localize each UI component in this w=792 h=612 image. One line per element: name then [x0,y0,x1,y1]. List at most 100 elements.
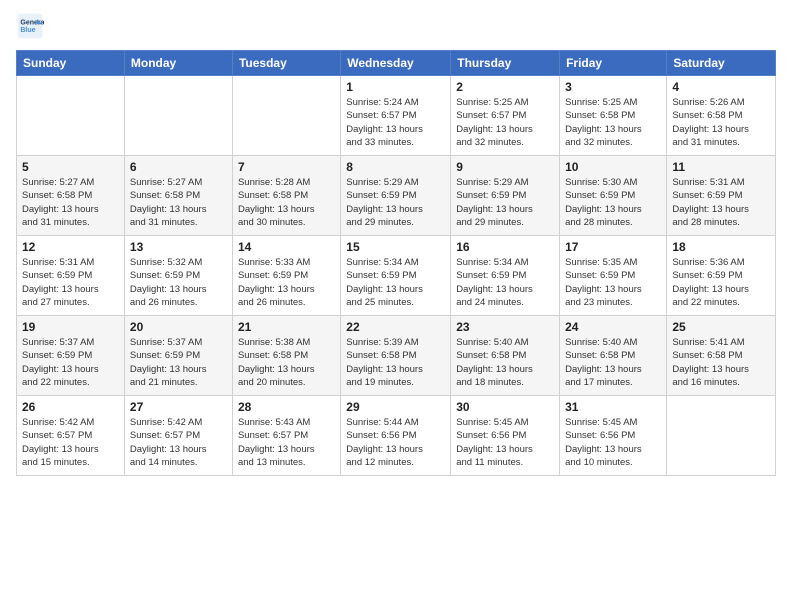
day-info: Sunrise: 5:40 AM Sunset: 6:58 PM Dayligh… [456,336,554,389]
day-info: Sunrise: 5:45 AM Sunset: 6:56 PM Dayligh… [565,416,661,469]
calendar-cell: 13 Sunrise: 5:32 AM Sunset: 6:59 PM Dayli… [124,236,232,316]
calendar-cell: 29 Sunrise: 5:44 AM Sunset: 6:56 PM Dayli… [341,396,451,476]
day-info: Sunrise: 5:24 AM Sunset: 6:57 PM Dayligh… [346,96,445,149]
day-info: Sunrise: 5:41 AM Sunset: 6:58 PM Dayligh… [672,336,770,389]
calendar-cell: 24Sunrise: 5:40 AM Sunset: 6:58 PM Dayli… [560,316,667,396]
weekday-header: Thursday [451,51,560,76]
calendar-cell: 20 Sunrise: 5:37 AM Sunset: 6:59 PM Dayli… [124,316,232,396]
day-number: 30 [456,400,554,414]
day-number: 1 [346,80,445,94]
calendar-cell: 2 Sunrise: 5:25 AM Sunset: 6:57 PM Daylig… [451,76,560,156]
day-info: Sunrise: 5:32 AM Sunset: 6:59 PM Dayligh… [130,256,227,309]
day-number: 6 [130,160,227,174]
weekday-header-row: SundayMondayTuesdayWednesdayThursdayFrid… [17,51,776,76]
calendar-week-row: 1 Sunrise: 5:24 AM Sunset: 6:57 PM Daylig… [17,76,776,156]
calendar-cell: 1 Sunrise: 5:24 AM Sunset: 6:57 PM Daylig… [341,76,451,156]
day-number: 13 [130,240,227,254]
calendar-cell: 10 Sunrise: 5:30 AM Sunset: 6:59 PM Dayli… [560,156,667,236]
calendar-week-row: 19 Sunrise: 5:37 AM Sunset: 6:59 PM Dayli… [17,316,776,396]
day-number: 7 [238,160,335,174]
page: General Blue SundayMondayTuesdayWednesda… [0,0,792,612]
day-number: 5 [22,160,119,174]
calendar-cell: 15 Sunrise: 5:34 AM Sunset: 6:59 PM Dayli… [341,236,451,316]
calendar-cell [124,76,232,156]
weekday-header: Monday [124,51,232,76]
day-info: Sunrise: 5:37 AM Sunset: 6:59 PM Dayligh… [22,336,119,389]
day-number: 14 [238,240,335,254]
day-number: 9 [456,160,554,174]
calendar-cell [17,76,125,156]
weekday-header: Saturday [667,51,776,76]
day-number: 4 [672,80,770,94]
calendar-cell [232,76,340,156]
day-number: 21 [238,320,335,334]
day-info: Sunrise: 5:26 AM Sunset: 6:58 PM Dayligh… [672,96,770,149]
day-number: 22 [346,320,445,334]
day-info: Sunrise: 5:34 AM Sunset: 6:59 PM Dayligh… [346,256,445,309]
calendar-cell: 30 Sunrise: 5:45 AM Sunset: 6:56 PM Dayli… [451,396,560,476]
day-number: 24 [565,320,661,334]
calendar-cell: 31 Sunrise: 5:45 AM Sunset: 6:56 PM Dayli… [560,396,667,476]
day-info: Sunrise: 5:29 AM Sunset: 6:59 PM Dayligh… [456,176,554,229]
calendar-cell: 3Sunrise: 5:25 AM Sunset: 6:58 PM Daylig… [560,76,667,156]
day-number: 16 [456,240,554,254]
calendar-cell: 16 Sunrise: 5:34 AM Sunset: 6:59 PM Dayli… [451,236,560,316]
day-number: 15 [346,240,445,254]
calendar-cell: 5Sunrise: 5:27 AM Sunset: 6:58 PM Daylig… [17,156,125,236]
calendar-cell [667,396,776,476]
day-number: 23 [456,320,554,334]
calendar-cell: 4 Sunrise: 5:26 AM Sunset: 6:58 PM Daylig… [667,76,776,156]
weekday-header: Friday [560,51,667,76]
day-number: 17 [565,240,661,254]
day-info: Sunrise: 5:42 AM Sunset: 6:57 PM Dayligh… [130,416,227,469]
calendar-cell: 18Sunrise: 5:36 AM Sunset: 6:59 PM Dayli… [667,236,776,316]
calendar-cell: 25 Sunrise: 5:41 AM Sunset: 6:58 PM Dayli… [667,316,776,396]
day-number: 19 [22,320,119,334]
day-number: 11 [672,160,770,174]
day-info: Sunrise: 5:43 AM Sunset: 6:57 PM Dayligh… [238,416,335,469]
calendar-cell: 9 Sunrise: 5:29 AM Sunset: 6:59 PM Daylig… [451,156,560,236]
day-info: Sunrise: 5:30 AM Sunset: 6:59 PM Dayligh… [565,176,661,229]
day-info: Sunrise: 5:25 AM Sunset: 6:57 PM Dayligh… [456,96,554,149]
calendar-cell: 6Sunrise: 5:27 AM Sunset: 6:58 PM Daylig… [124,156,232,236]
day-number: 10 [565,160,661,174]
calendar-cell: 28 Sunrise: 5:43 AM Sunset: 6:57 PM Dayli… [232,396,340,476]
day-info: Sunrise: 5:31 AM Sunset: 6:59 PM Dayligh… [22,256,119,309]
day-info: Sunrise: 5:36 AM Sunset: 6:59 PM Dayligh… [672,256,770,309]
day-number: 27 [130,400,227,414]
day-info: Sunrise: 5:35 AM Sunset: 6:59 PM Dayligh… [565,256,661,309]
day-number: 2 [456,80,554,94]
day-info: Sunrise: 5:39 AM Sunset: 6:58 PM Dayligh… [346,336,445,389]
day-info: Sunrise: 5:34 AM Sunset: 6:59 PM Dayligh… [456,256,554,309]
day-number: 26 [22,400,119,414]
calendar-cell: 21 Sunrise: 5:38 AM Sunset: 6:58 PM Dayli… [232,316,340,396]
day-info: Sunrise: 5:37 AM Sunset: 6:59 PM Dayligh… [130,336,227,389]
logo: General Blue [16,12,48,40]
header: General Blue [16,12,776,40]
calendar-week-row: 26 Sunrise: 5:42 AM Sunset: 6:57 PM Dayli… [17,396,776,476]
day-info: Sunrise: 5:28 AM Sunset: 6:58 PM Dayligh… [238,176,335,229]
logo-icon: General Blue [16,12,44,40]
day-info: Sunrise: 5:38 AM Sunset: 6:58 PM Dayligh… [238,336,335,389]
day-number: 20 [130,320,227,334]
day-info: Sunrise: 5:45 AM Sunset: 6:56 PM Dayligh… [456,416,554,469]
day-number: 3 [565,80,661,94]
day-number: 28 [238,400,335,414]
day-number: 12 [22,240,119,254]
calendar-week-row: 5Sunrise: 5:27 AM Sunset: 6:58 PM Daylig… [17,156,776,236]
calendar-cell: 17 Sunrise: 5:35 AM Sunset: 6:59 PM Dayli… [560,236,667,316]
calendar-cell: 11 Sunrise: 5:31 AM Sunset: 6:59 PM Dayli… [667,156,776,236]
day-info: Sunrise: 5:44 AM Sunset: 6:56 PM Dayligh… [346,416,445,469]
day-number: 29 [346,400,445,414]
day-number: 31 [565,400,661,414]
day-info: Sunrise: 5:31 AM Sunset: 6:59 PM Dayligh… [672,176,770,229]
day-number: 25 [672,320,770,334]
calendar-cell: 22 Sunrise: 5:39 AM Sunset: 6:58 PM Dayli… [341,316,451,396]
weekday-header: Tuesday [232,51,340,76]
calendar-cell: 23 Sunrise: 5:40 AM Sunset: 6:58 PM Dayli… [451,316,560,396]
day-info: Sunrise: 5:42 AM Sunset: 6:57 PM Dayligh… [22,416,119,469]
day-number: 8 [346,160,445,174]
weekday-header: Wednesday [341,51,451,76]
calendar-cell: 14Sunrise: 5:33 AM Sunset: 6:59 PM Dayli… [232,236,340,316]
calendar-table: SundayMondayTuesdayWednesdayThursdayFrid… [16,50,776,476]
